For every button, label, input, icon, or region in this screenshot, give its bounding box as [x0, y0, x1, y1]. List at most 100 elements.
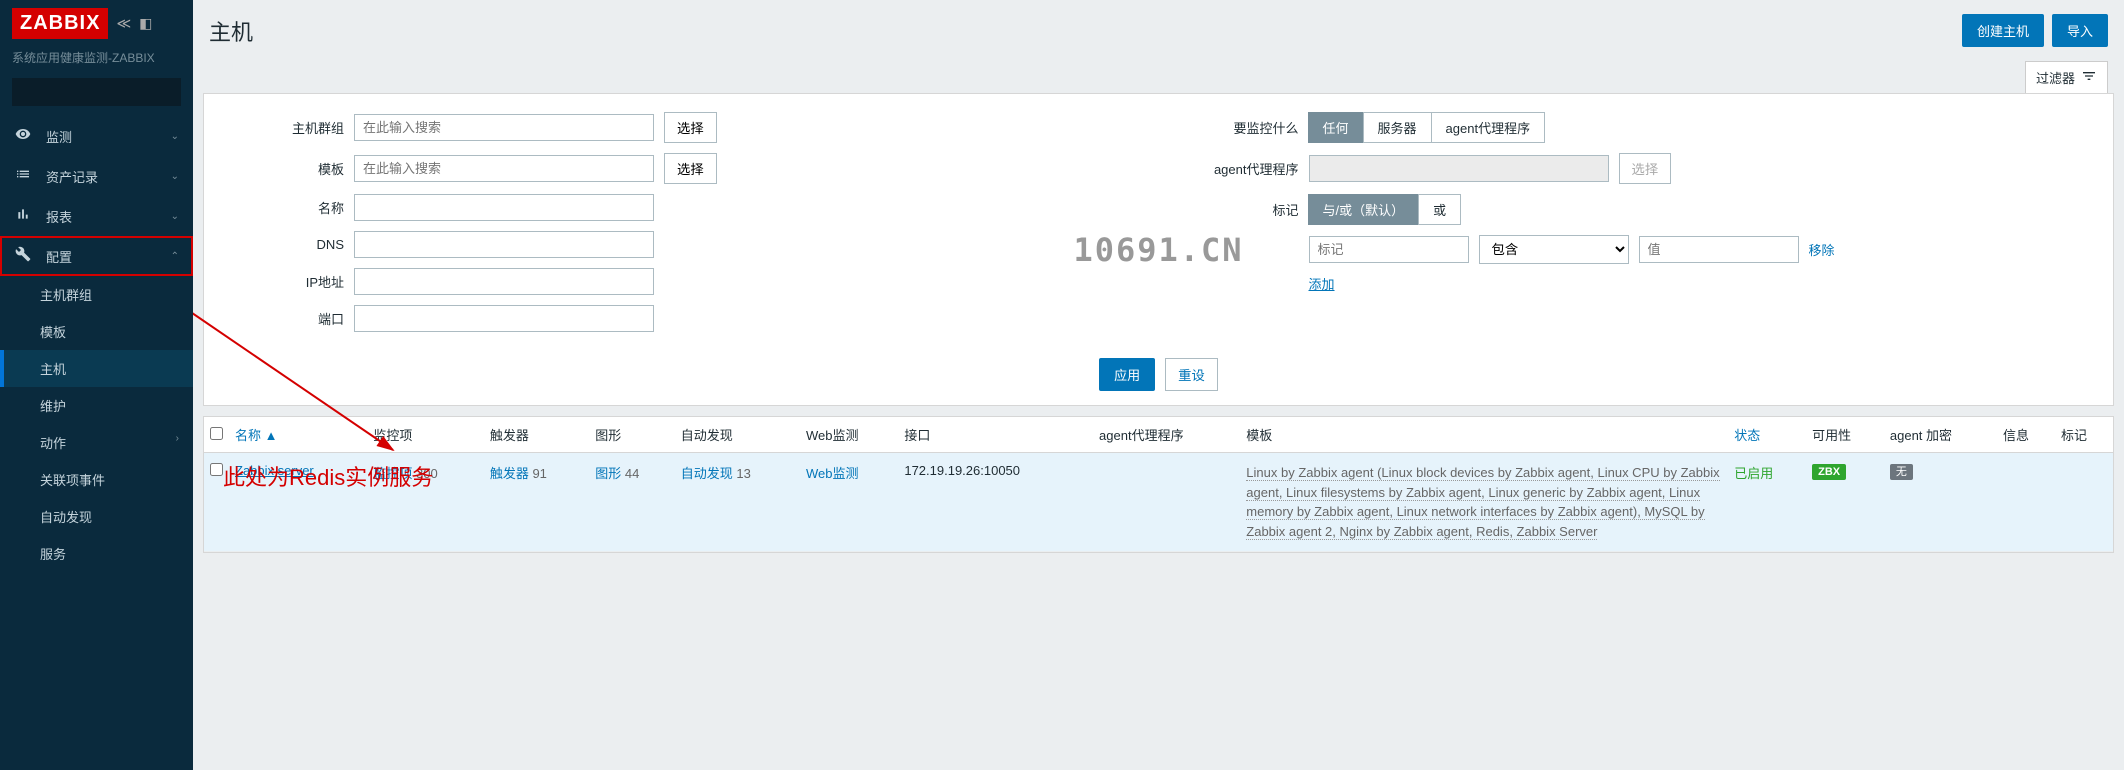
subnav-maintenance[interactable]: 维护	[0, 387, 193, 424]
proxy-input[interactable]	[1309, 155, 1609, 182]
discovery-link[interactable]: 自动发现 13	[681, 466, 751, 481]
col-agent: agent 加密	[1884, 417, 1997, 453]
filter-icon	[2081, 68, 2097, 87]
reset-button[interactable]: 重设	[1165, 358, 1218, 391]
dns-label: DNS	[224, 237, 344, 252]
import-button[interactable]: 导入	[2052, 14, 2108, 47]
seg-any[interactable]: 任何	[1308, 112, 1364, 143]
col-name[interactable]: 名称 ▲	[229, 417, 367, 453]
hosts-table-wrap: 名称 ▲ 监控项 触发器 图形 自动发现 Web监测 接口 agent代理程序 …	[203, 416, 2114, 553]
proxy-label: agent代理程序	[1179, 159, 1299, 178]
sidebar-subtitle: 系统应用健康监测-ZABBIX	[0, 47, 193, 74]
subnav-templates[interactable]: 模板	[0, 313, 193, 350]
tags-label: 标记	[1179, 200, 1299, 219]
template-select-button[interactable]: 选择	[664, 153, 717, 184]
seg-or[interactable]: 或	[1418, 194, 1461, 225]
col-triggers: 触发器	[484, 417, 589, 453]
hostgroup-select-button[interactable]: 选择	[664, 112, 717, 143]
row-checkbox[interactable]	[210, 463, 223, 476]
sidebar-search-input[interactable]	[21, 85, 198, 100]
list-icon	[14, 166, 32, 186]
filter-label: 过滤器	[2036, 68, 2075, 87]
nav-reports-label: 报表	[46, 207, 72, 226]
chevron-right-icon: ›	[176, 433, 179, 444]
host-name-link[interactable]: Zabbix server	[235, 463, 314, 478]
filter-toggle[interactable]: 过滤器	[2025, 61, 2108, 93]
chevron-down-icon: ⌄	[171, 131, 179, 142]
page-title: 主机	[209, 15, 253, 47]
create-host-button[interactable]: 创建主机	[1962, 14, 2044, 47]
hostgroup-label: 主机群组	[224, 118, 344, 137]
col-status[interactable]: 状态	[1728, 417, 1806, 453]
subnav-actions[interactable]: 动作›	[0, 424, 193, 461]
sidebar-search[interactable]	[12, 78, 181, 106]
nav-inventory-label: 资产记录	[46, 167, 98, 186]
graphs-link[interactable]: 图形 44	[595, 466, 639, 481]
nav-config-label: 配置	[46, 247, 72, 266]
monitor-what-segments: 任何 服务器 agent代理程序	[1309, 112, 1546, 143]
chevron-down-icon: ⌄	[171, 171, 179, 182]
logo[interactable]: ZABBIX	[12, 8, 108, 39]
select-all-checkbox[interactable]	[210, 427, 223, 440]
name-label: 名称	[224, 198, 344, 217]
dns-input[interactable]	[354, 231, 654, 258]
templates-cell: Linux by Zabbix agent (Linux block devic…	[1246, 465, 1719, 540]
page-header: 主机 创建主机 导入	[193, 0, 2124, 61]
hosts-table: 名称 ▲ 监控项 触发器 图形 自动发现 Web监测 接口 agent代理程序 …	[204, 417, 2113, 552]
tags-segments: 与/或（默认） 或	[1309, 194, 1462, 225]
chevron-down-icon: ⌄	[171, 211, 179, 222]
tag-val-input[interactable]	[1639, 236, 1799, 263]
apply-button[interactable]: 应用	[1099, 358, 1155, 391]
tag-op-select[interactable]: 包含	[1479, 235, 1629, 264]
hostgroup-input[interactable]	[354, 114, 654, 141]
seg-proxy[interactable]: agent代理程序	[1431, 112, 1546, 143]
col-tags: 标记	[2055, 417, 2113, 453]
nav-reports[interactable]: 报表 ⌄	[0, 196, 193, 236]
nav-config[interactable]: 配置 ⌃	[0, 236, 193, 276]
col-interface: 接口	[898, 417, 1093, 453]
chart-icon	[14, 206, 32, 226]
filter-panel: 主机群组 选择 模板 选择 名称 DNS	[203, 93, 2114, 406]
name-input[interactable]	[354, 194, 654, 221]
ip-label: IP地址	[224, 272, 344, 291]
subnav-correlation[interactable]: 关联项事件	[0, 461, 193, 498]
items-link[interactable]: 监控项 300	[373, 466, 437, 481]
col-web: Web监测	[800, 417, 898, 453]
subnav-hostgroups[interactable]: 主机群组	[0, 276, 193, 313]
chevron-up-icon: ⌃	[171, 251, 179, 262]
col-graphs: 图形	[589, 417, 675, 453]
dock-icon[interactable]: ◧	[139, 15, 152, 32]
seg-andor[interactable]: 与/或（默认）	[1308, 194, 1420, 225]
tag-key-input[interactable]	[1309, 236, 1469, 263]
subnav-hosts[interactable]: 主机	[0, 350, 193, 387]
col-templates: 模板	[1240, 417, 1728, 453]
status-link[interactable]: 已启用	[1734, 466, 1773, 481]
triggers-link[interactable]: 触发器 91	[490, 466, 547, 481]
seg-server[interactable]: 服务器	[1363, 112, 1432, 143]
ip-input[interactable]	[354, 268, 654, 295]
proxy-select-button[interactable]: 选择	[1619, 153, 1672, 184]
nav-monitor-label: 监测	[46, 127, 72, 146]
tag-remove-link[interactable]: 移除	[1809, 240, 1835, 259]
subnav-discovery[interactable]: 自动发现	[0, 498, 193, 535]
subnav-services[interactable]: 服务	[0, 535, 193, 572]
interface-cell: 172.19.19.26:10050	[898, 453, 1093, 552]
encrypt-badge: 无	[1890, 464, 1913, 480]
sidebar: ZABBIX ≪ ◧ 系统应用健康监测-ZABBIX 监测 ⌄ 资产记录 ⌄ 报…	[0, 0, 193, 770]
tag-add-link[interactable]: 添加	[1309, 274, 1335, 293]
eye-icon	[14, 126, 32, 146]
nav-inventory[interactable]: 资产记录 ⌄	[0, 156, 193, 196]
web-link[interactable]: Web监测	[806, 466, 859, 481]
template-label: 模板	[224, 159, 344, 178]
collapse-icon[interactable]: ≪	[116, 15, 131, 32]
port-input[interactable]	[354, 305, 654, 332]
port-label: 端口	[224, 309, 344, 328]
main-content: 主机 创建主机 导入 过滤器 主机群组 选择	[193, 0, 2124, 770]
nav-monitor[interactable]: 监测 ⌄	[0, 116, 193, 156]
wrench-icon	[14, 246, 32, 266]
col-info: 信息	[1997, 417, 2055, 453]
col-availability: 可用性	[1806, 417, 1884, 453]
col-discovery: 自动发现	[675, 417, 800, 453]
template-input[interactable]	[354, 155, 654, 182]
zbx-badge: ZBX	[1812, 464, 1846, 480]
